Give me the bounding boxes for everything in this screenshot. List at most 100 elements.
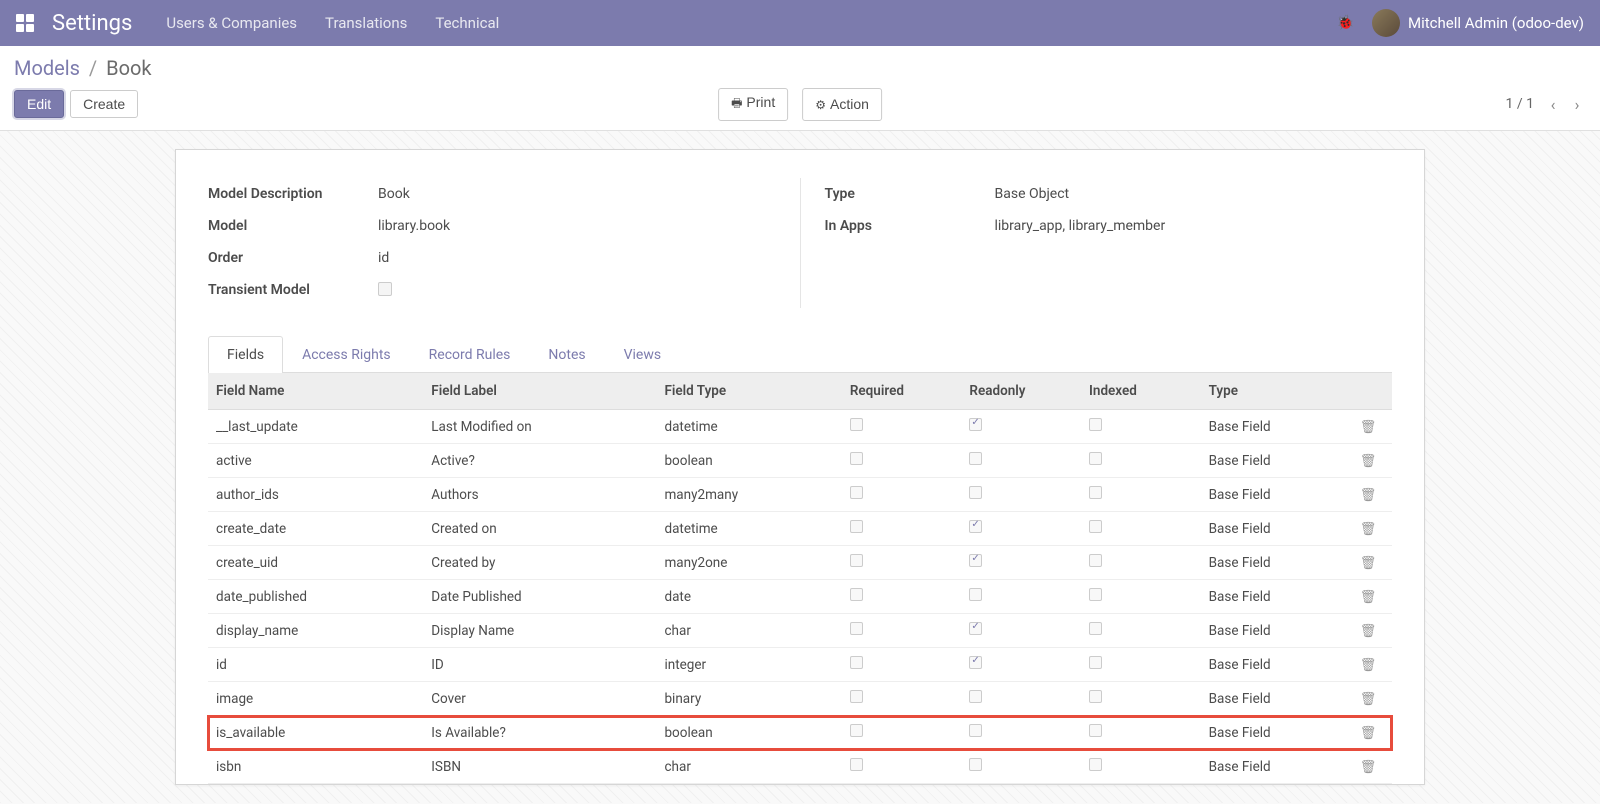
column-header[interactable]: Readonly [961,373,1081,410]
checkbox [1089,588,1102,601]
pager-prev[interactable]: ‹ [1544,95,1562,114]
trash-icon[interactable]: 🗑 [1360,488,1377,503]
trash-icon[interactable]: 🗑 [1360,420,1377,435]
checkbox [378,282,392,296]
cell: Base Field [1201,750,1345,784]
create-button[interactable]: Create [70,90,138,118]
cell: author_ids [208,478,423,512]
cell [961,716,1081,750]
trash-icon[interactable]: 🗑 [1360,556,1377,571]
user-menu[interactable]: Mitchell Admin (odoo-dev) [1372,9,1584,37]
column-header[interactable]: Required [842,373,962,410]
apps-icon[interactable] [16,14,34,32]
trash-icon[interactable]: 🗑 [1360,726,1377,741]
cell: is_available [208,716,423,750]
tab-notes[interactable]: Notes [529,336,604,373]
tab-record-rules[interactable]: Record Rules [410,336,530,373]
cell [842,444,962,478]
checkbox [850,622,863,635]
trash-icon[interactable]: 🗑 [1360,522,1377,537]
table-row[interactable]: __last_updateLast Modified ondatetimeBas… [208,410,1392,444]
checkbox [1089,622,1102,635]
column-header[interactable]: Field Name [208,373,423,410]
cell: Base Field [1201,682,1345,716]
breadcrumb-sep: / [89,56,97,80]
pager-next[interactable]: › [1568,95,1586,114]
cell: Active? [423,444,656,478]
column-header[interactable]: Field Label [423,373,656,410]
cell [1081,716,1201,750]
action-button[interactable]: ⚙Action [802,88,882,121]
tab-access-rights[interactable]: Access Rights [283,336,410,373]
trash-icon[interactable]: 🗑 [1360,760,1377,775]
column-header[interactable] [1344,373,1392,410]
cell: ID [423,648,656,682]
checkbox [969,656,982,669]
checkbox [969,520,982,533]
cell: 🗑 [1344,750,1392,784]
form-value: library_app, library_member [995,218,1166,234]
cell: active [208,444,423,478]
edit-button[interactable]: Edit [14,90,64,118]
cell: create_uid [208,546,423,580]
table-row[interactable]: imageCoverbinaryBase Field🗑 [208,682,1392,716]
trash-icon[interactable]: 🗑 [1360,590,1377,605]
menu-translations[interactable]: Translations [325,14,407,32]
breadcrumb-parent[interactable]: Models [14,56,80,80]
checkbox [1089,656,1102,669]
cell [1081,750,1201,784]
app-title: Settings [52,11,132,36]
cell [961,512,1081,546]
menu-users-companies[interactable]: Users & Companies [166,14,297,32]
cell [842,750,962,784]
cell: date [656,580,841,614]
form-label: Order [208,250,378,266]
cell: Base Field [1201,410,1345,444]
table-row[interactable]: create_uidCreated bymany2oneBase Field🗑 [208,546,1392,580]
cell [961,444,1081,478]
tab-views[interactable]: Views [605,336,681,373]
cell: many2many [656,478,841,512]
checkbox [850,520,863,533]
form-label: Model [208,218,378,234]
cell: Base Field [1201,546,1345,580]
trash-icon[interactable]: 🗑 [1360,454,1377,469]
table-row[interactable]: date_publishedDate PublisheddateBase Fie… [208,580,1392,614]
print-button[interactable]: 🖶Print [718,88,788,121]
cell: Base Field [1201,614,1345,648]
cell: 🗑 [1344,410,1392,444]
column-header[interactable]: Field Type [656,373,841,410]
cell: __last_update [208,410,423,444]
table-row[interactable]: display_nameDisplay NamecharBase Field🗑 [208,614,1392,648]
table-row[interactable]: create_dateCreated ondatetimeBase Field🗑 [208,512,1392,546]
trash-icon[interactable]: 🗑 [1360,658,1377,673]
checkbox [969,554,982,567]
form-sheet: Model DescriptionBookModellibrary.bookOr… [175,149,1425,785]
cell: id [208,648,423,682]
tab-fields[interactable]: Fields [208,336,283,373]
cell [961,750,1081,784]
table-row[interactable]: isbnISBNcharBase Field🗑 [208,750,1392,784]
cell: date_published [208,580,423,614]
table-row[interactable]: activeActive?booleanBase Field🗑 [208,444,1392,478]
control-bar: Models / Book Edit Create 🖶Print ⚙Action… [0,46,1600,131]
navbar-menu: Users & Companies Translations Technical [166,14,499,32]
table-row[interactable]: is_availableIs Available?booleanBase Fie… [208,716,1392,750]
cell: integer [656,648,841,682]
fields-table: Field NameField LabelField TypeRequiredR… [208,373,1392,784]
column-header[interactable]: Type [1201,373,1345,410]
trash-icon[interactable]: 🗑 [1360,624,1377,639]
trash-icon[interactable]: 🗑 [1360,692,1377,707]
column-header[interactable]: Indexed [1081,373,1201,410]
table-row[interactable]: author_idsAuthorsmany2manyBase Field🗑 [208,478,1392,512]
cell: Base Field [1201,580,1345,614]
cell: Authors [423,478,656,512]
cell: boolean [656,444,841,478]
debug-icon[interactable]: 🐞 [1337,15,1354,31]
avatar [1372,9,1400,37]
cell [842,614,962,648]
table-row[interactable]: idIDintegerBase Field🗑 [208,648,1392,682]
form-fields: Model DescriptionBookModellibrary.bookOr… [208,178,1392,308]
form-label: Transient Model [208,282,378,300]
menu-technical[interactable]: Technical [435,14,499,32]
